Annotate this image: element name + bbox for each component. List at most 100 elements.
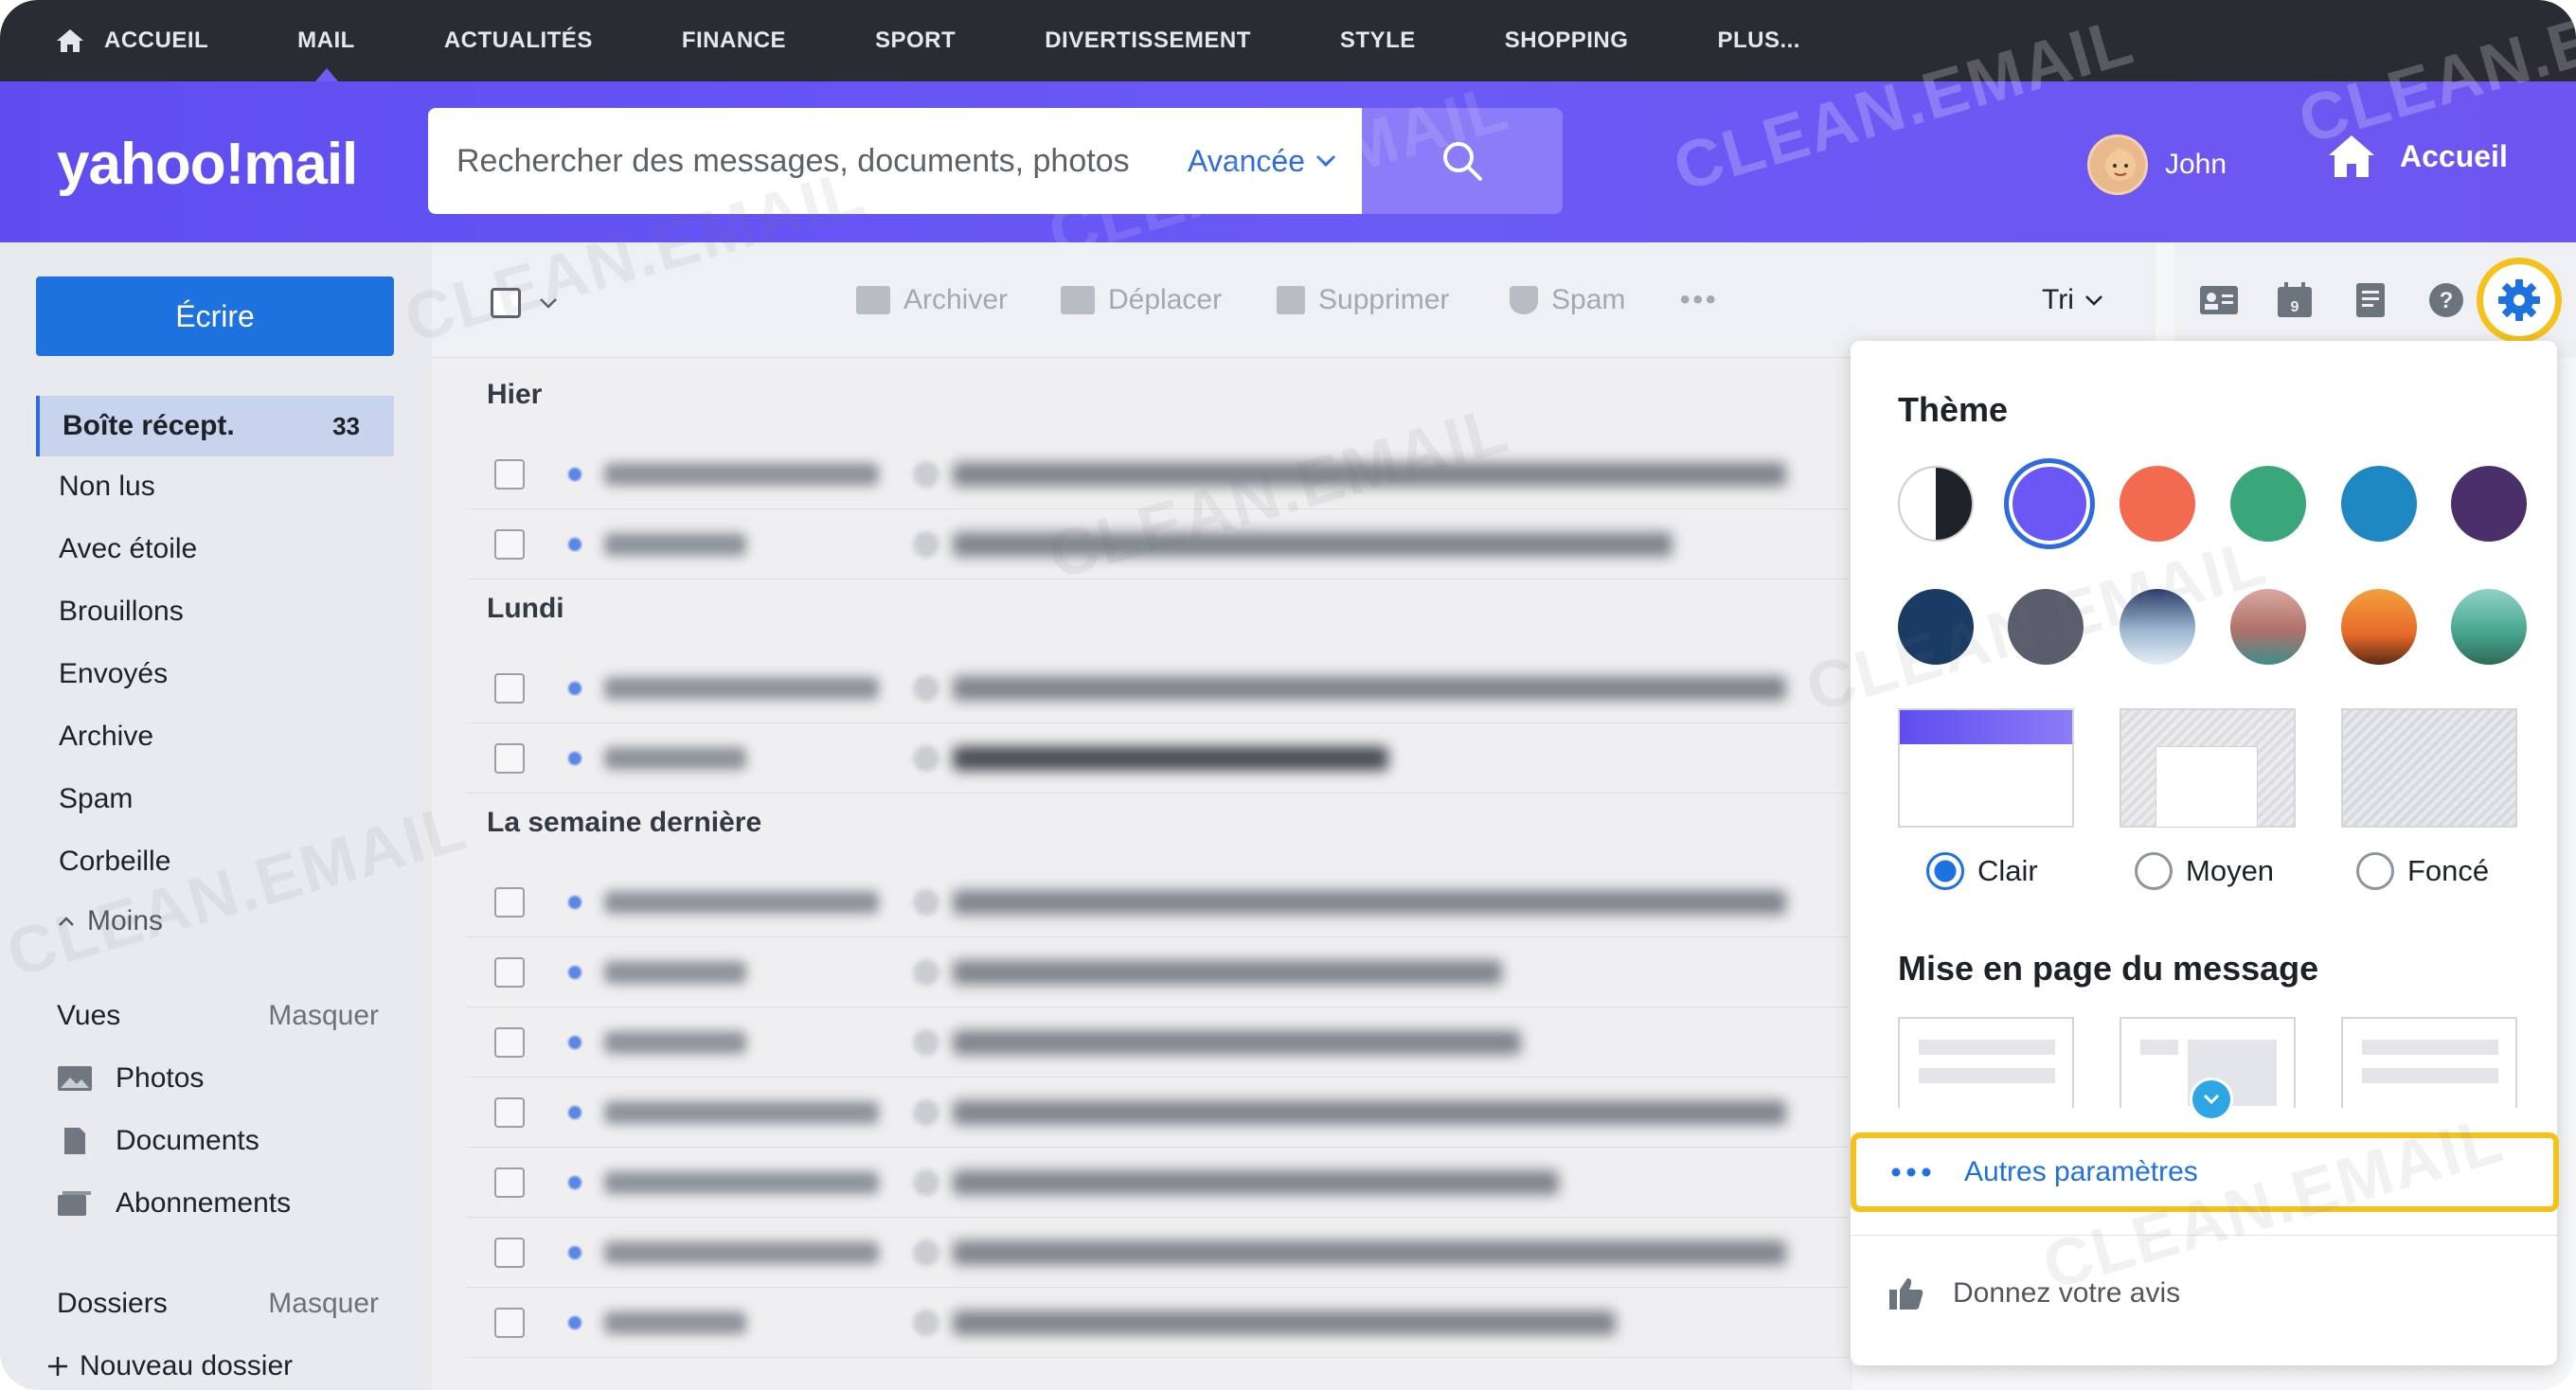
row-checkbox[interactable] [494,886,525,918]
theme-swatch-auto[interactable] [1898,466,1974,542]
move-button[interactable]: Déplacer [1061,284,1222,316]
row-checkbox[interactable] [494,528,525,560]
list-item[interactable] [466,867,1849,937]
theme-swatch-mountain[interactable] [2120,589,2195,665]
list-item[interactable] [466,1288,1849,1358]
layout-option-full[interactable] [2341,1017,2517,1108]
yahoo-mail-logo[interactable]: yahoo!mail [57,131,358,198]
radio-unselected[interactable] [2356,852,2394,890]
contacts-icon[interactable] [2195,276,2243,324]
theme-swatch[interactable] [1898,589,1974,665]
user-profile[interactable]: John [2087,134,2227,195]
list-item[interactable] [466,723,1849,793]
layout-option-list[interactable] [1898,1017,2074,1108]
row-checkbox[interactable] [494,1026,525,1058]
theme-swatch[interactable] [2451,466,2527,542]
list-item[interactable] [466,439,1849,509]
select-all[interactable] [491,288,559,318]
folders-hide-button[interactable]: Masquer [268,1288,379,1320]
sidebar-item-documents[interactable]: Documents [57,1125,259,1157]
mode-radio-medium[interactable]: Moyen [2135,852,2274,890]
theme-swatch[interactable] [2341,466,2417,542]
row-checkbox[interactable] [494,742,525,774]
theme-swatch-beach[interactable] [2230,589,2306,665]
row-checkbox[interactable] [494,1167,525,1198]
list-item[interactable] [466,1148,1849,1218]
theme-swatch-kangaroo[interactable] [2341,589,2417,665]
delete-button[interactable]: Supprimer [1277,284,1449,316]
select-all-checkbox[interactable] [491,288,521,318]
calendar-icon[interactable]: 9 [2271,276,2318,324]
theme-swatch-selected[interactable] [2004,458,2095,549]
nav-mail[interactable]: MAIL [297,0,355,81]
row-checkbox[interactable] [494,1237,525,1268]
sidebar-item-spam[interactable]: Spam [36,769,394,829]
row-checkbox[interactable] [494,458,525,490]
sidebar-item-subscriptions[interactable]: Abonnements [57,1187,291,1220]
list-item[interactable] [466,937,1849,1007]
list-item[interactable] [466,509,1849,579]
nav-finance[interactable]: FINANCE [682,0,786,81]
nav-entertainment[interactable]: DIVERTISSEMENT [1045,0,1251,81]
star-icon[interactable] [913,1168,939,1196]
list-item[interactable] [466,1218,1849,1288]
star-icon[interactable] [913,1309,939,1336]
show-less-button[interactable]: Moins [57,905,163,937]
settings-button[interactable] [2477,258,2562,343]
list-item[interactable] [466,653,1849,723]
mode-radio-light[interactable]: Clair [1926,852,2038,890]
more-actions-button[interactable]: ••• [1680,284,1719,316]
list-item[interactable] [466,1078,1849,1148]
search-button[interactable] [1362,108,1563,214]
feedback-button[interactable]: Donnez votre avis [1888,1276,2180,1310]
more-settings-button[interactable]: Autres paramètres [1851,1132,2559,1212]
row-checkbox[interactable] [494,956,525,988]
theme-swatch-lighthouse[interactable] [2451,589,2527,665]
chevron-down-icon[interactable] [538,296,559,310]
row-checkbox[interactable] [494,672,525,704]
views-hide-button[interactable]: Masquer [268,1000,379,1032]
spam-button[interactable]: Spam [1510,284,1625,316]
advanced-search-button[interactable]: Avancée [1188,144,1337,179]
nav-shopping[interactable]: SHOPPING [1505,0,1629,81]
sidebar-item-inbox[interactable]: Boîte récept. 33 [36,396,394,456]
star-icon[interactable] [913,530,939,558]
sidebar-item-sent[interactable]: Envoyés [36,644,394,704]
theme-swatch[interactable] [2008,589,2084,665]
compose-button[interactable]: Écrire [36,276,394,356]
star-icon[interactable] [913,744,939,772]
nav-more[interactable]: PLUS... [1717,0,1800,81]
notepad-icon[interactable] [2347,276,2394,324]
theme-swatch[interactable] [2230,466,2306,542]
sidebar-item-photos[interactable]: Photos [57,1062,204,1095]
radio-selected[interactable] [1926,852,1964,890]
nav-news[interactable]: ACTUALITÉS [444,0,593,81]
row-checkbox[interactable] [494,1096,525,1128]
star-icon[interactable] [913,674,939,702]
list-item[interactable] [466,1007,1849,1078]
star-icon[interactable] [913,1239,939,1266]
sidebar-item-drafts[interactable]: Brouillons [36,581,394,642]
new-folder-button[interactable]: Nouveau dossier [45,1350,293,1382]
help-icon[interactable]: ? [2423,276,2470,324]
sidebar-item-archive[interactable]: Archive [36,706,394,767]
star-icon[interactable] [913,1028,939,1056]
mode-preview-light[interactable] [1898,708,2074,828]
mode-preview-dark[interactable] [2341,708,2517,828]
nav-sport[interactable]: SPORT [875,0,956,81]
search-input[interactable]: Rechercher des messages, documents, phot… [456,143,1188,180]
mode-radio-dark[interactable]: Foncé [2356,852,2489,890]
star-icon[interactable] [913,1098,939,1126]
star-icon[interactable] [913,888,939,916]
row-checkbox[interactable] [494,1307,525,1338]
nav-home[interactable]: ACCUEIL [55,0,208,81]
theme-swatch[interactable] [2120,466,2195,542]
archive-button[interactable]: Archiver [856,284,1008,316]
nav-style[interactable]: STYLE [1340,0,1416,81]
radio-unselected[interactable] [2135,852,2173,890]
sidebar-item-starred[interactable]: Avec étoile [36,519,394,579]
search-box[interactable]: Rechercher des messages, documents, phot… [428,108,1362,214]
star-icon[interactable] [913,460,939,488]
sidebar-item-trash[interactable]: Corbeille [36,831,394,892]
sidebar-item-unread[interactable]: Non lus [36,456,394,517]
